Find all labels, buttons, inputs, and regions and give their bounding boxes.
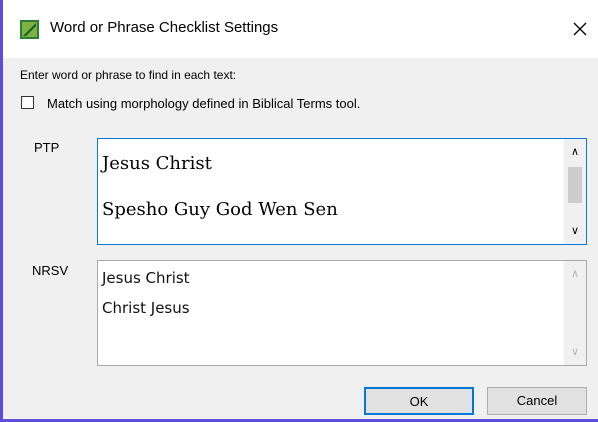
settings-dialog: Word or Phrase Checklist Settings Enter … [0,0,598,422]
scroll-down-icon[interactable]: ∨ [564,343,586,361]
nrsv-text-field[interactable]: Jesus Christ Christ Jesus ∧ ∨ [97,260,587,366]
scroll-thumb[interactable] [568,167,582,203]
ok-button[interactable]: OK [364,387,474,415]
ptp-scrollbar[interactable]: ∧ ∨ [564,139,586,244]
nrsv-line-2: Christ Jesus [102,299,190,317]
cancel-button[interactable]: Cancel [487,387,587,415]
ptp-line-1: Jesus Christ [102,153,212,174]
dialog-title: Word or Phrase Checklist Settings [50,19,279,36]
app-checklist-icon [20,20,39,39]
ptp-text-field[interactable]: Jesus Christ Spesho Guy God Wen Sen ∧ ∨ [97,138,587,245]
title-bar: Word or Phrase Checklist Settings [3,0,598,58]
scroll-up-icon[interactable]: ∧ [564,265,586,283]
nrsv-label: NRSV [32,263,69,278]
morphology-checkbox-label[interactable]: Match using morphology defined in Biblic… [47,96,360,111]
scroll-down-icon[interactable]: ∨ [564,222,586,240]
close-icon[interactable] [565,14,595,44]
nrsv-line-1: Jesus Christ [102,269,190,287]
ptp-line-2: Spesho Guy God Wen Sen [102,199,338,220]
ptp-label: PTP [34,140,60,155]
nrsv-scrollbar[interactable]: ∧ ∨ [564,261,586,365]
morphology-checkbox[interactable] [21,96,34,109]
instruction-text: Enter word or phrase to find in each tex… [20,68,237,82]
scroll-up-icon[interactable]: ∧ [564,143,586,161]
